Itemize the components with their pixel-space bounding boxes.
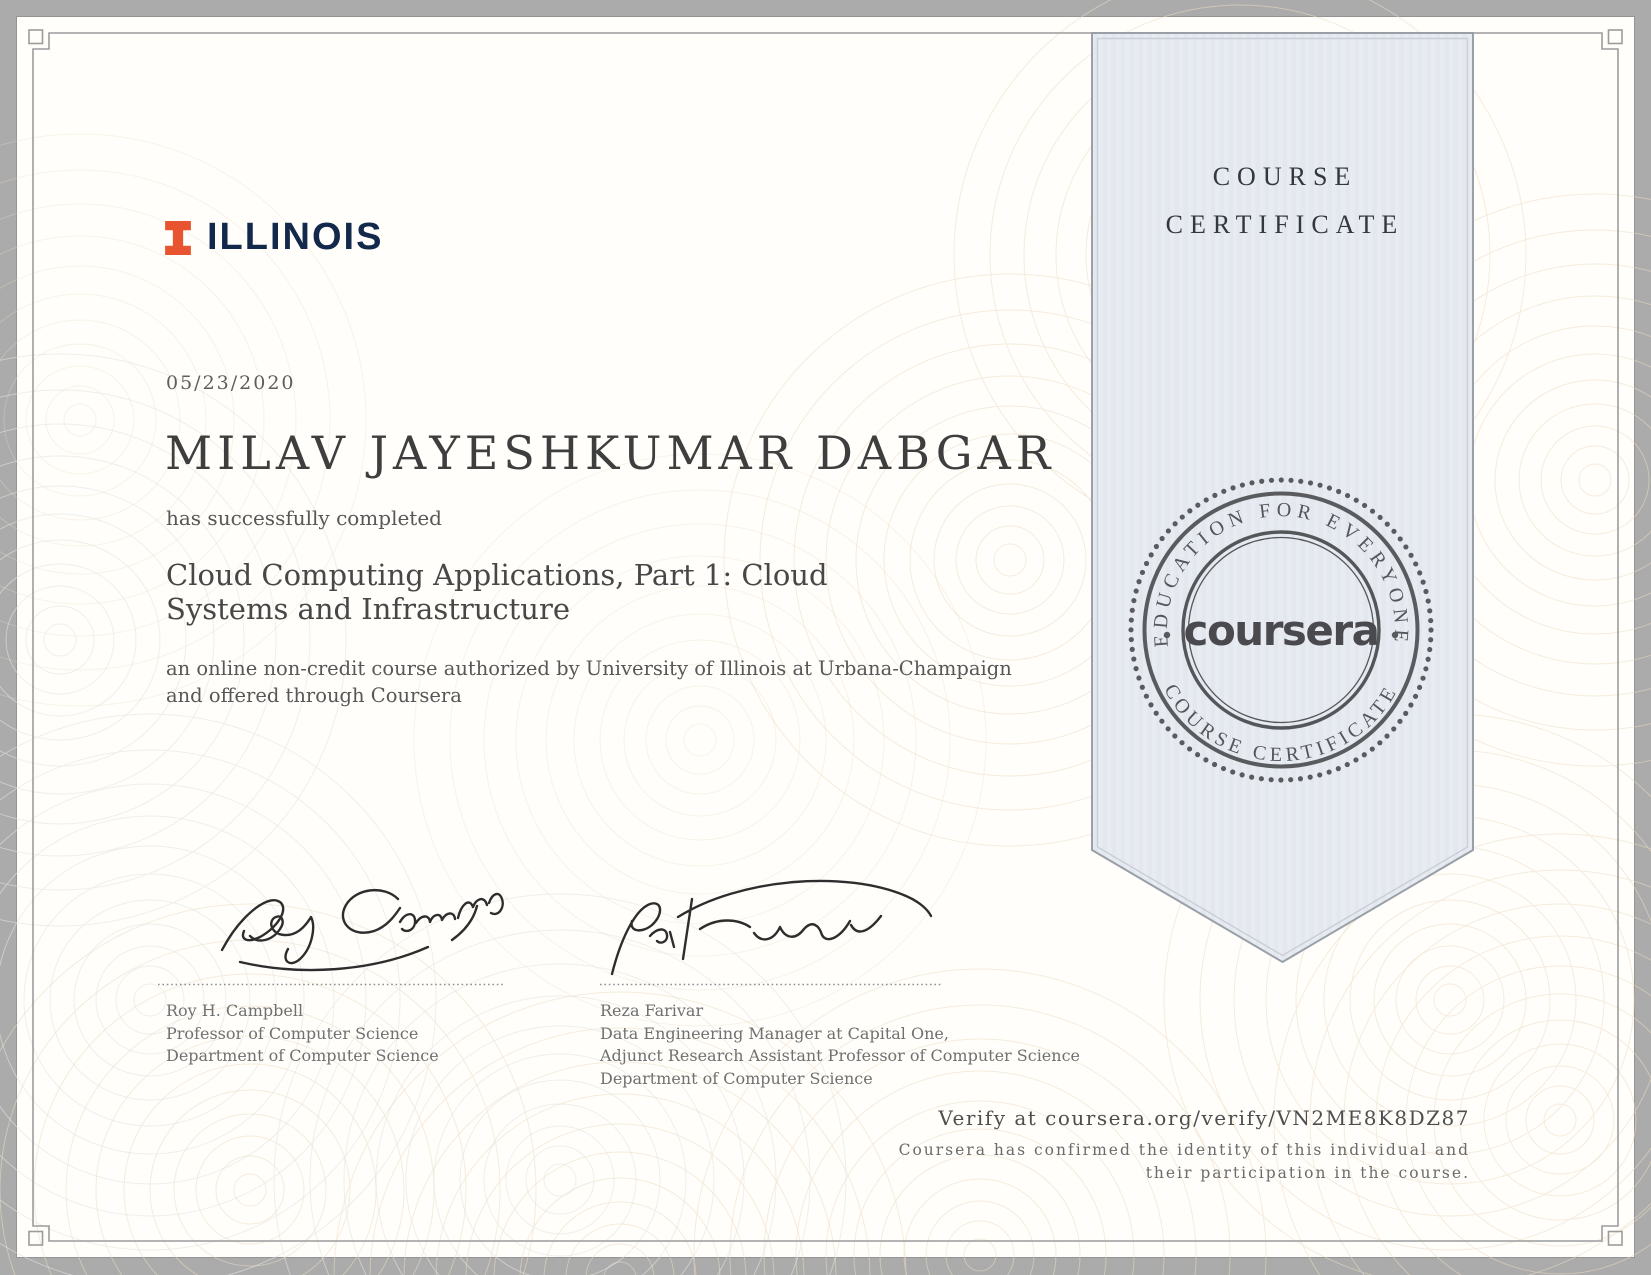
signatory-name: Roy H. Campbell [166,1000,439,1023]
confirmation-line2: their participation in the course. [899,1162,1470,1185]
authorization-line2: and offered through Coursera [166,682,1012,709]
confirmation-line1: Coursera has confirmed the identity of t… [899,1139,1470,1162]
completion-statement: has successfully completed [166,506,442,530]
verification-confirmation: Coursera has confirmed the identity of t… [899,1139,1470,1184]
illinois-block-i-icon [165,221,191,255]
signatory-name: Reza Farivar [600,1000,1080,1023]
authorization-line1: an online non-credit course authorized b… [166,655,1012,682]
signatory-roy-campbell: Roy H. Campbell Professor of Computer Sc… [166,1000,439,1068]
signatory-title: Professor of Computer Science [166,1023,439,1046]
verification-block: Verify at coursera.org/verify/VN2ME8K8DZ… [899,1106,1470,1184]
verify-url-text: Verify at coursera.org/verify/VN2ME8K8DZ… [899,1106,1470,1130]
recipient-name: MILAV JAYESHKUMAR DABGAR [165,426,1055,480]
signatory-title: Department of Computer Science [166,1045,439,1068]
course-title-line1: Cloud Computing Applications, Part 1: Cl… [166,558,828,592]
authorization-statement: an online non-credit course authorized b… [166,655,1012,709]
signatory-reza-farivar: Reza Farivar Data Engineering Manager at… [600,1000,1080,1090]
certificate-page: COURSE CERTIFICATE EDUCATION FOR EVERYON… [0,0,1651,1275]
completion-date: 05/23/2020 [166,372,296,394]
signatory-title: Department of Computer Science [600,1068,1080,1091]
course-title: Cloud Computing Applications, Part 1: Cl… [166,558,828,626]
university-logo: ILLINOIS [165,216,383,259]
course-title-line2: Systems and Infrastructure [166,592,828,626]
university-wordmark: ILLINOIS [207,216,383,259]
signatory-title: Adjunct Research Assistant Professor of … [600,1045,1080,1068]
signatory-title: Data Engineering Manager at Capital One, [600,1023,1080,1046]
